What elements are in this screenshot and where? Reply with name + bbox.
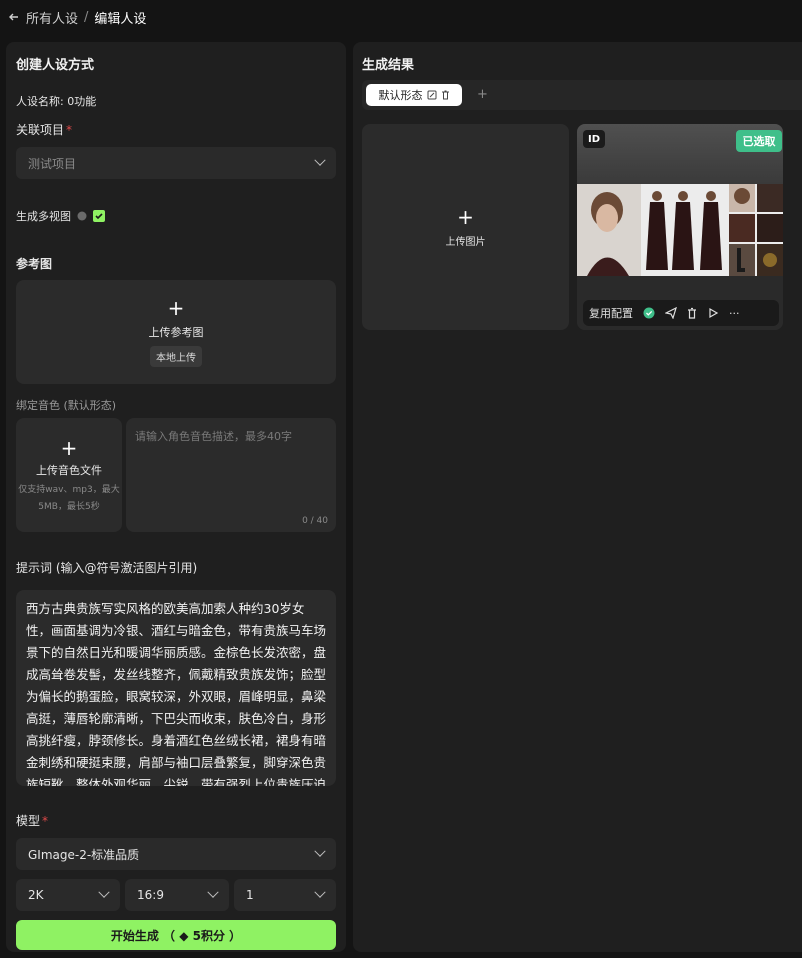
voice-description-placeholder: 请输入角色音色描述，最多40字 — [135, 430, 292, 443]
persona-name-value: 0功能 — [67, 95, 97, 108]
reference-upload-label: 上传参考图 — [148, 325, 204, 339]
retry-icon[interactable] — [707, 307, 719, 319]
id-badge: ID — [583, 130, 605, 148]
chevron-down-icon — [314, 154, 326, 166]
resolution-select[interactable]: 2K — [16, 879, 120, 911]
voice-upload-label: 上传音色文件 — [36, 464, 102, 477]
voice-hint-line1: 仅支持wav、mp3，最大 — [18, 485, 120, 495]
send-icon[interactable] — [665, 307, 677, 319]
upload-image-area[interactable]: + 上传图片 — [362, 124, 569, 330]
multi-view-label: 生成多视图 — [16, 210, 71, 223]
reference-upload-area[interactable]: + 上传参考图 本地上传 — [16, 280, 336, 384]
prompt-textarea[interactable]: 西方古典贵族写实风格的欧美高加索人种约30岁女性，画面基调为冷银、酒红与暗金色，… — [16, 590, 336, 786]
voice-description-input[interactable]: 请输入角色音色描述，最多40字 0 / 40 — [126, 418, 336, 532]
plus-icon: + — [167, 295, 185, 320]
reference-label: 参考图 — [16, 257, 53, 271]
tab-default-form-label: 默认形态 — [378, 89, 423, 102]
voice-char-counter: 0 / 40 — [302, 516, 328, 526]
count-select[interactable]: 1 — [234, 879, 336, 911]
result-card-toolbar: 复用配置 ··· — [583, 300, 779, 326]
chevron-down-icon — [314, 845, 326, 857]
breadcrumb-separator: / — [84, 9, 89, 25]
back-arrow-icon[interactable] — [8, 11, 20, 23]
resolution-value: 2K — [28, 888, 44, 902]
required-mark: * — [66, 123, 73, 137]
project-select[interactable]: 测试项目 — [16, 147, 336, 179]
edit-icon[interactable] — [427, 90, 437, 100]
multi-view-row: 生成多视图 — [16, 208, 105, 224]
results-panel-title: 生成结果 — [362, 58, 415, 73]
project-label: 关联项目 * — [16, 121, 72, 138]
prompt-label: 提示词 (输入@符号激活图片引用) — [16, 561, 198, 575]
model-label: 模型 * — [16, 812, 48, 829]
more-menu-button[interactable]: ··· — [729, 307, 740, 320]
check-circle-icon[interactable] — [643, 307, 655, 319]
plus-icon: + — [60, 436, 78, 460]
add-tab-button[interactable]: + — [477, 87, 488, 102]
model-label-text: 模型 — [16, 814, 41, 828]
voice-hint-line2: 5MB，最长5秒 — [38, 502, 100, 512]
ratio-value: 16:9 — [137, 888, 164, 902]
voice-label: 绑定音色 (默认形态) — [16, 399, 117, 412]
plus-icon: + — [457, 204, 474, 229]
count-value: 1 — [246, 888, 254, 902]
ratio-select[interactable]: 16:9 — [125, 879, 229, 911]
chevron-down-icon — [207, 886, 219, 898]
voice-upload-area[interactable]: + 上传音色文件 仅支持wav、mp3，最大 5MB，最长5秒 — [16, 418, 122, 532]
result-image[interactable] — [577, 184, 783, 276]
chevron-down-icon — [314, 886, 326, 898]
required-mark: * — [42, 814, 49, 828]
breadcrumb-current: 编辑人设 — [94, 11, 147, 27]
persona-name-label: 人设名称: — [16, 95, 68, 108]
trash-icon[interactable] — [687, 307, 697, 319]
project-select-value: 测试项目 — [28, 156, 77, 171]
character-sheet-image — [577, 184, 783, 276]
config-panel-title: 创建人设方式 — [16, 58, 95, 73]
chevron-down-icon — [98, 886, 110, 898]
persona-name-row: 人设名称: 0功能 — [16, 93, 96, 109]
breadcrumb: 所有人设 / 编辑人设 — [0, 0, 802, 34]
breadcrumb-back-link[interactable]: 所有人设 — [26, 8, 78, 27]
model-select[interactable]: GImage-2-标准品质 — [16, 838, 336, 870]
selected-badge: 已选取 — [736, 130, 782, 152]
upload-image-label: 上传图片 — [445, 236, 486, 248]
trash-icon[interactable] — [441, 90, 450, 100]
local-upload-button[interactable]: 本地上传 — [150, 345, 202, 367]
info-icon — [77, 211, 87, 221]
multi-view-checkbox[interactable] — [93, 210, 105, 222]
generate-button[interactable]: 开始生成 （ ◆ 5积分 ） — [16, 920, 336, 950]
tab-default-form[interactable]: 默认形态 — [366, 84, 462, 106]
reuse-config-button[interactable]: 复用配置 — [589, 305, 633, 321]
project-label-text: 关联项目 — [16, 123, 65, 137]
model-select-value: GImage-2-标准品质 — [28, 847, 140, 862]
